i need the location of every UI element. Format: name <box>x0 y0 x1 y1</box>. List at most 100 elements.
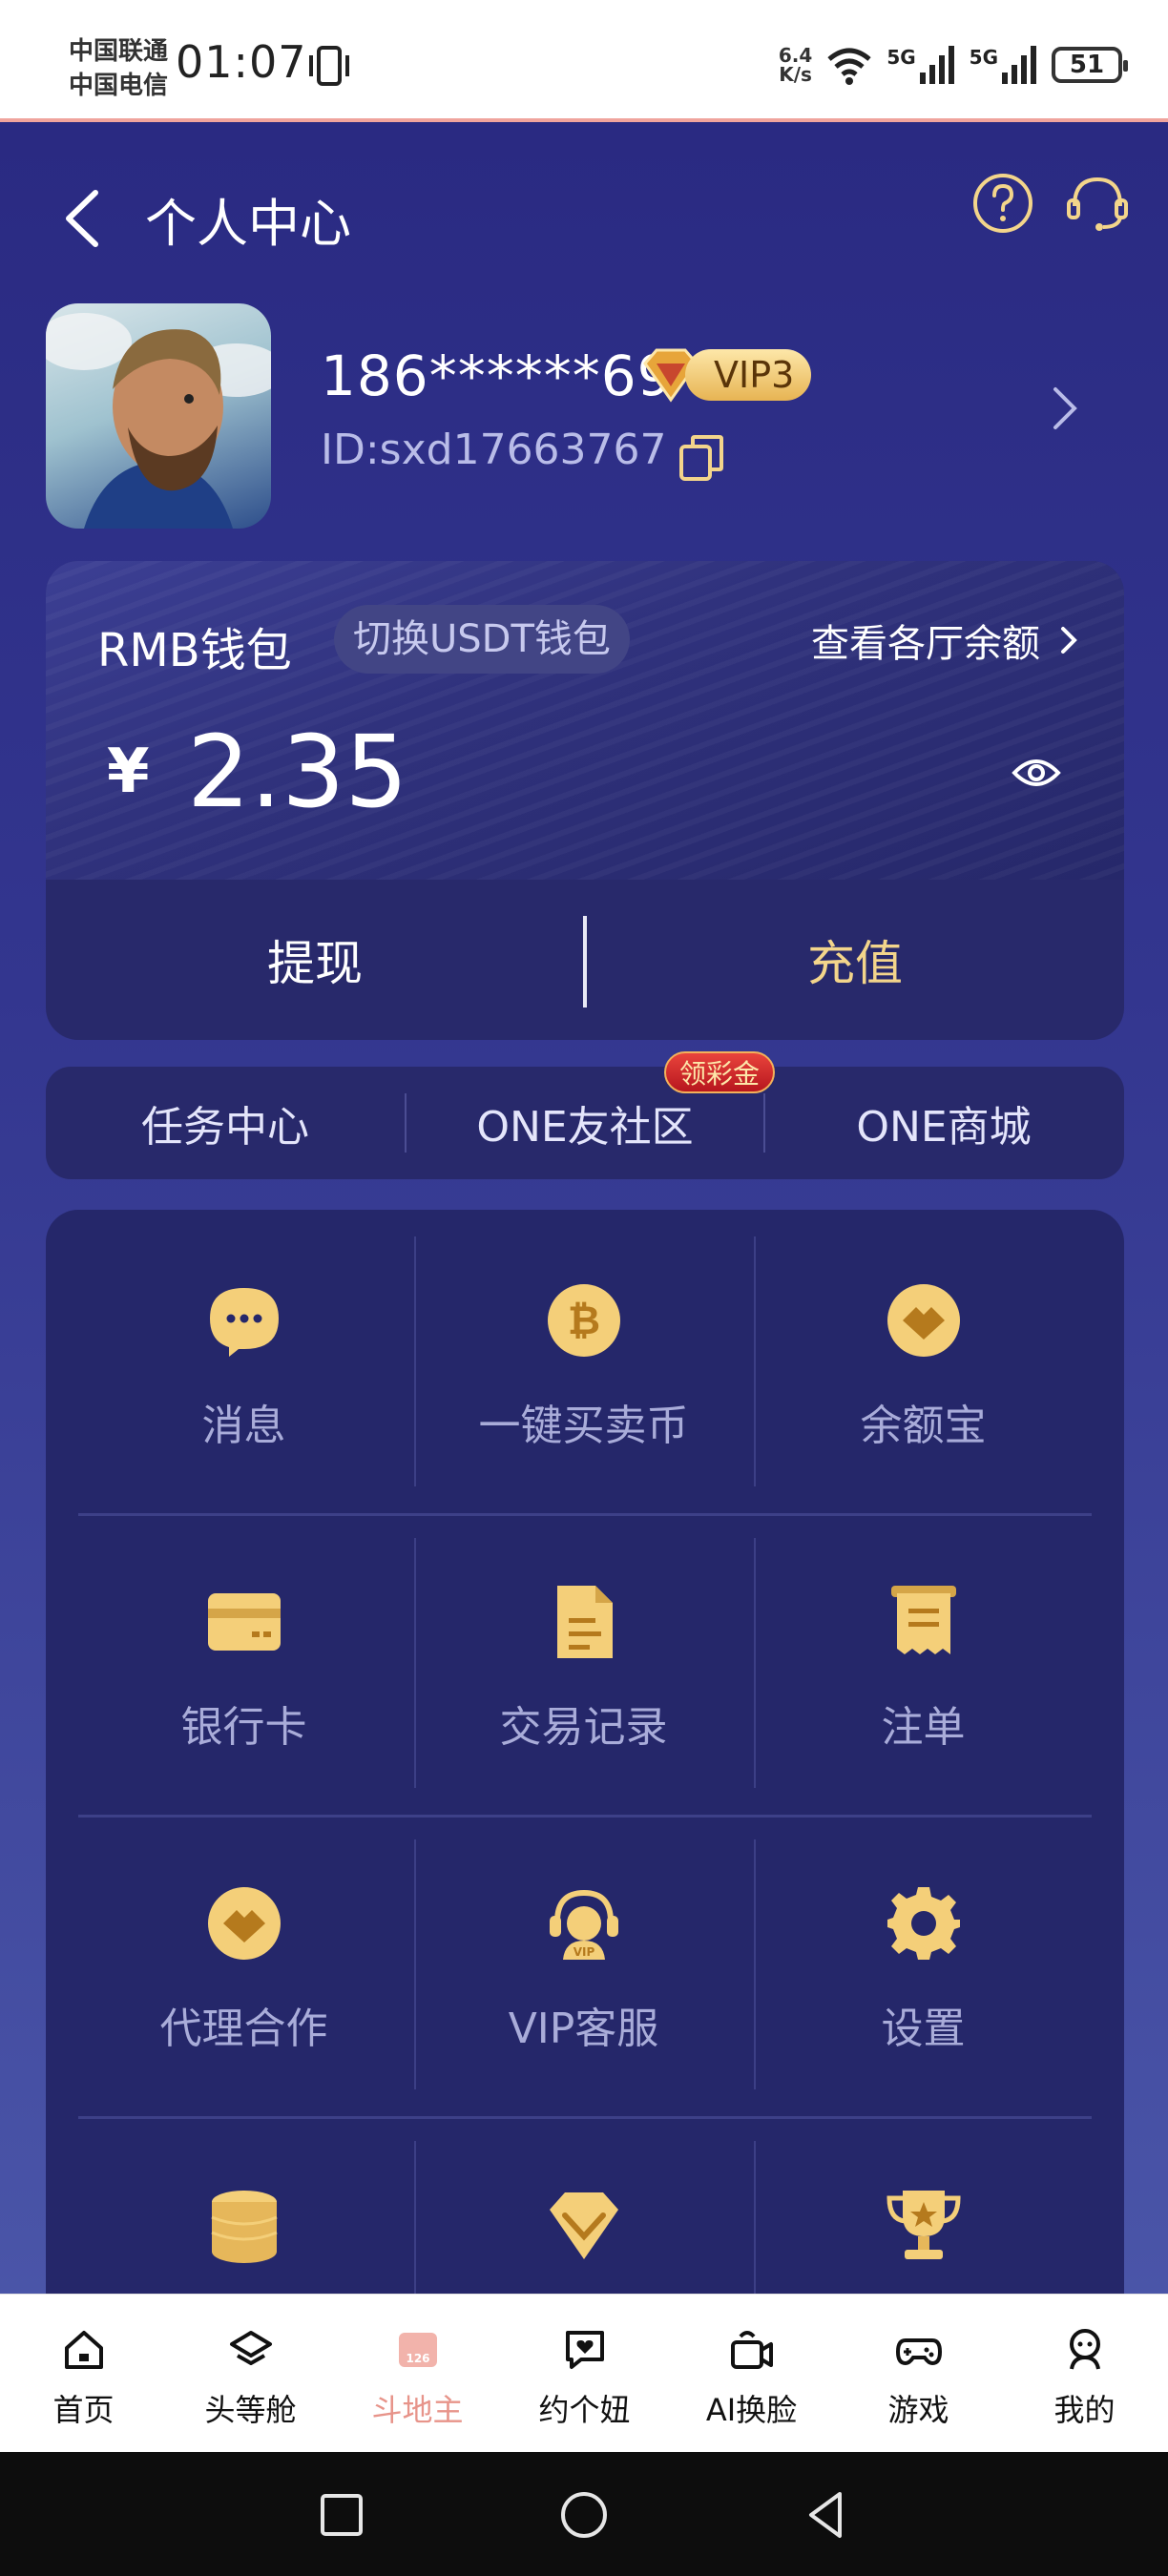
tab-mine[interactable]: 我的 <box>1001 2295 1168 2453</box>
home-icon <box>65 2331 103 2369</box>
tab-label: 游戏 <box>887 2392 949 2428</box>
heart-chat-icon <box>566 2331 604 2369</box>
view-balances-link[interactable]: 查看各厅余额 <box>811 613 1078 668</box>
balance-treasure-icon <box>887 1284 960 1357</box>
help-icon[interactable] <box>971 172 1034 235</box>
page-title: 个人中心 <box>145 194 351 254</box>
avatar-illustration <box>46 313 271 529</box>
chevron-right-icon[interactable] <box>1048 382 1082 435</box>
carrier-2: 中国电信 <box>69 72 169 100</box>
menu-item-transaction-records[interactable]: 交易记录 <box>414 1511 753 1815</box>
status-indicators: 6.4 K/s 5G 5G 51 <box>778 38 1128 92</box>
camera-icon <box>731 2331 773 2369</box>
currency-symbol: ¥ <box>107 737 150 807</box>
header: 个人中心 <box>0 122 1168 303</box>
quick-links-bar: 任务中心 ONE友社区 领彩金 ONE商城 <box>46 1051 1124 1179</box>
back-arrow-icon[interactable] <box>59 185 107 252</box>
copy-icon[interactable] <box>678 433 725 483</box>
tab-label: 首页 <box>52 2392 115 2428</box>
wallet-name: RMB钱包 <box>97 624 292 677</box>
signal-bars-icon <box>1002 46 1036 84</box>
vibrate-icon <box>309 46 349 86</box>
menu-item-bet-slips[interactable]: 注单 <box>754 1511 1093 1815</box>
vip-level: VIP3 <box>685 349 812 401</box>
handshake-icon <box>208 1887 281 1960</box>
menu-item-agency[interactable]: 代理合作 <box>74 1813 413 2116</box>
first-class-icon <box>230 2331 272 2365</box>
menu-item-balance-treasure[interactable]: 余额宝 <box>754 1210 1093 1513</box>
carrier-info: 中国联通 中国电信 <box>69 34 168 103</box>
menu-item-diamond[interactable] <box>414 2114 753 2294</box>
tab-games[interactable]: 游戏 <box>835 2295 1002 2453</box>
mall-link[interactable]: ONE商城 <box>764 1067 1123 1179</box>
clock: 01:07 <box>176 36 307 88</box>
svg-text:126: 126 <box>406 2352 429 2365</box>
battery-indicator: 51 <box>1052 47 1128 83</box>
recent-apps-icon[interactable] <box>313 2486 370 2544</box>
switch-wallet-button[interactable]: 切换USDT钱包 <box>334 605 630 674</box>
wallet-balance: 2.35 <box>187 714 408 830</box>
coin-stack-icon <box>211 2191 278 2263</box>
vip-headset-icon: VIP <box>550 1889 618 1960</box>
bottom-tab-bar: 首页 头等舱 126 斗地主 约个妞 AI换脸 游戏 我的 <box>0 2294 1168 2452</box>
deposit-button[interactable]: 充值 <box>586 880 1124 1040</box>
task-center-link[interactable]: 任务中心 <box>46 1067 405 1179</box>
menu-item-label: 消息 <box>201 1402 286 1450</box>
svg-text:VIP: VIP <box>574 1945 595 1959</box>
network-speed: 6.4 K/s <box>778 44 813 86</box>
menu-grid: 消息 ₿ 一键买卖币 余额宝 银行卡 交易记录 注单 代理合作 VIP VIP客… <box>46 1210 1124 2294</box>
trophy-icon <box>886 2191 961 2259</box>
user-phone: 186******69 <box>321 343 674 408</box>
withdraw-button[interactable]: 提现 <box>46 880 584 1040</box>
gamepad-icon <box>896 2338 942 2366</box>
wifi-icon <box>827 48 871 85</box>
personal-center-screen: 个人中心 186******69 VIP3 ID:sxd17663767 RMB… <box>0 122 1168 2294</box>
menu-item-messages[interactable]: 消息 <box>74 1210 413 1513</box>
diamond-icon <box>550 2192 618 2259</box>
home-button-icon[interactable] <box>555 2486 613 2544</box>
bank-card-icon <box>208 1593 281 1651</box>
menu-item-label: VIP客服 <box>508 2005 659 2053</box>
status-bar: 中国联通 中国电信 01:07 6.4 K/s 5G 5G 51 <box>0 0 1168 122</box>
avatar[interactable] <box>46 303 271 529</box>
message-icon <box>210 1288 279 1357</box>
menu-item-label: 设置 <box>881 2005 966 2053</box>
menu-item-bank-card[interactable]: 银行卡 <box>74 1511 413 1815</box>
tab-home[interactable]: 首页 <box>0 2295 167 2453</box>
bitcoin-icon: ₿ <box>548 1284 620 1357</box>
menu-item-buy-sell-coin[interactable]: ₿ 一键买卖币 <box>414 1210 753 1513</box>
user-icon <box>1070 2329 1100 2370</box>
profile-section[interactable]: 186******69 VIP3 ID:sxd17663767 <box>0 303 1168 551</box>
menu-item-trophy[interactable] <box>754 2114 1093 2294</box>
tab-label: 斗地主 <box>371 2392 464 2428</box>
community-badge: 领彩金 <box>664 1051 776 1093</box>
system-navigation-bar <box>0 2452 1168 2576</box>
menu-item-label: 交易记录 <box>499 1703 668 1752</box>
eye-icon[interactable] <box>1012 754 1061 792</box>
menu-item-vip-service[interactable]: VIP VIP客服 <box>414 1813 753 2116</box>
chevron-right-icon <box>1061 627 1077 654</box>
menu-item-label: 一键买卖币 <box>478 1402 689 1450</box>
tab-label: 我的 <box>1053 2392 1116 2428</box>
menu-item-label: 余额宝 <box>860 1402 987 1450</box>
vip-badge: VIP3 <box>637 343 812 406</box>
tab-first-class[interactable]: 头等舱 <box>167 2295 334 2453</box>
tab-ai-faceswap[interactable]: AI换脸 <box>668 2295 835 2453</box>
menu-item-coins[interactable] <box>74 2114 413 2294</box>
receipt-icon <box>891 1586 956 1654</box>
tab-label: 约个妞 <box>538 2392 631 2428</box>
tab-poker[interactable]: 126 斗地主 <box>334 2295 501 2453</box>
tab-dating[interactable]: 约个妞 <box>501 2295 668 2453</box>
svg-text:₿: ₿ <box>568 1297 600 1343</box>
poker-game-icon: 126 <box>399 2333 437 2367</box>
carrier-1: 中国联通 <box>69 37 169 66</box>
customer-service-icon[interactable] <box>1065 172 1130 235</box>
menu-item-settings[interactable]: 设置 <box>754 1813 1093 2116</box>
wallet-balance-panel: RMB钱包 切换USDT钱包 查看各厅余额 ¥ 2.35 <box>46 561 1124 880</box>
back-button-icon[interactable] <box>798 2486 855 2544</box>
gear-icon <box>887 1887 960 1960</box>
tab-label: 头等舱 <box>204 2392 297 2428</box>
document-icon <box>557 1586 613 1658</box>
user-id: ID:sxd17663767 <box>321 426 667 474</box>
menu-item-label: 代理合作 <box>159 2005 328 2053</box>
